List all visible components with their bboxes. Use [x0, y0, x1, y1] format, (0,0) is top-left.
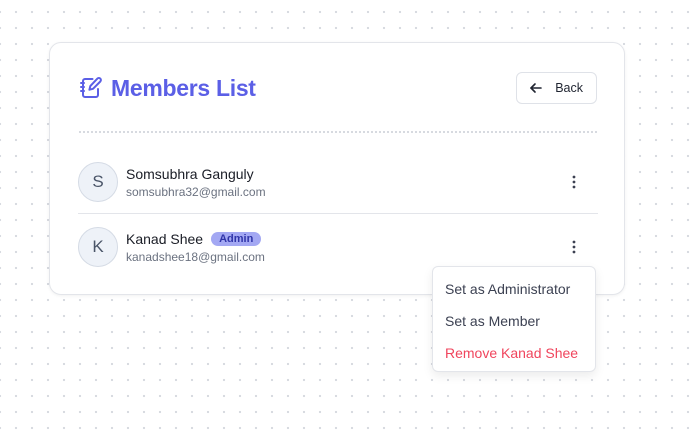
kebab-icon: [572, 175, 576, 189]
member-info: Kanad Shee Admin kanadshee18@gmail.com: [126, 231, 265, 264]
avatar: S: [78, 162, 118, 202]
notebook-edit-icon: [79, 76, 103, 100]
arrow-left-icon: [529, 81, 543, 95]
card-header: Members List Back: [79, 71, 597, 105]
member-name: Somsubhra Ganguly: [126, 165, 254, 182]
header-divider: [79, 131, 597, 133]
avatar: K: [78, 227, 118, 267]
member-email: kanadshee18@gmail.com: [126, 249, 265, 264]
title-group: Members List: [79, 75, 256, 102]
more-options-button[interactable]: [564, 172, 584, 192]
row-divider: [78, 213, 598, 214]
back-button-label: Back: [555, 81, 583, 95]
menu-item-set-administrator[interactable]: Set as Administrator: [433, 273, 595, 305]
member-name: Kanad Shee: [126, 230, 204, 247]
member-name-line: Somsubhra Ganguly: [126, 166, 266, 182]
menu-item-set-member[interactable]: Set as Member: [433, 305, 595, 337]
page-title: Members List: [111, 74, 256, 101]
kebab-icon: [572, 240, 576, 254]
member-row: K Kanad Shee Admin kanadshee18@gmail.com: [78, 225, 598, 269]
more-options-button[interactable]: [564, 237, 584, 257]
member-email: somsubhra32@gmail.com: [126, 184, 266, 199]
menu-item-remove-member[interactable]: Remove Kanad Shee: [433, 337, 595, 369]
member-row: S Somsubhra Ganguly somsubhra32@gmail.co…: [78, 160, 598, 204]
member-context-menu: Set as Administrator Set as Member Remov…: [432, 266, 596, 372]
member-info: Somsubhra Ganguly somsubhra32@gmail.com: [126, 166, 266, 199]
member-name-line: Kanad Shee Admin: [126, 231, 265, 247]
admin-badge: Admin: [211, 231, 262, 246]
members-card: Members List Back S Somsubhra Ganguly so…: [49, 42, 625, 295]
back-button[interactable]: Back: [516, 72, 597, 104]
